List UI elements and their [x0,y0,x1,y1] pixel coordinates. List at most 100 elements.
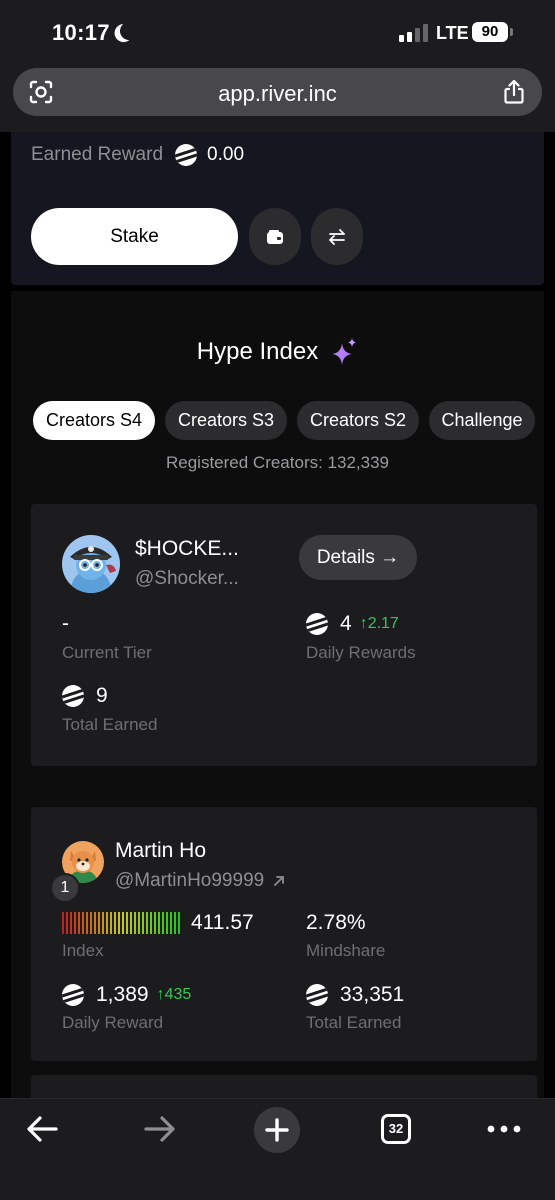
creator-tabs: Creators S4 Creators S3 Creators S2 Chal… [33,401,535,440]
total-earned-label: Total Earned [306,1013,402,1032]
moon-icon [119,21,140,42]
daily-rewards-label: Daily Rewards [306,643,416,662]
index-heat-bar [90,912,92,934]
index-heat-bar [70,912,72,934]
swap-icon [329,228,345,245]
tab-creators-s3[interactable]: Creators S3 [165,401,287,440]
share-icon[interactable] [500,78,528,106]
index-heat-bar [174,912,176,934]
mindshare-label: Mindshare [306,941,386,960]
earned-reward-label: Earned Reward [31,144,164,165]
back-button[interactable] [22,1109,62,1149]
index-heat-bar [118,912,120,934]
new-tab-button[interactable] [254,1107,300,1153]
forward-button[interactable] [140,1109,180,1149]
swap-button[interactable] [311,208,363,265]
total-earned-value: 33,351 [306,983,404,1007]
browser-toolbar: 32 [0,1098,555,1200]
index-heat-bar [162,912,164,934]
leaderboard-card[interactable]: 1 Martin Ho @MartinHo99999 411.57 Index … [31,807,537,1061]
index-heat-bar [78,912,80,934]
index-text: 411.57 [191,911,254,934]
daily-reward-text: 1,389 [96,983,149,1006]
status-bar: 10:17 LTE 90 [0,0,555,64]
registered-creators: Registered Creators: 132,339 [165,453,390,472]
daily-rewards-value: 4 ↑2.17 [306,612,399,636]
index-heat-bar [142,912,144,934]
river-token-icon [62,984,84,1006]
hype-index-panel: Hype Index Creators S4 Creators S3 Creat… [11,291,544,1115]
browser-address-area: app.river.inc [0,64,555,132]
index-heat-bar [122,912,124,934]
url-text: app.river.inc [218,81,337,106]
index-heat-bar [146,912,148,934]
stake-panel: Earned Reward 0.00 Stake [11,132,544,285]
hype-title: Hype Index [11,337,544,367]
index-heat-bar [102,912,104,934]
wallet-button[interactable] [249,208,301,265]
index-heat-bar [74,912,76,934]
index-heat-bar [98,912,100,934]
plus-icon [265,1118,289,1142]
creator-name: $HOCKE... [135,537,239,560]
total-earned-value: 9 [62,684,108,708]
rank-badge: 1 [60,879,70,896]
external-link-icon [274,876,285,886]
creator-handle-link[interactable]: @MartinHo99999 [115,870,286,892]
creator-name: Martin Ho [115,839,207,862]
my-creator-card: $HOCKE... @Shocker... Details → - Curren… [31,504,537,766]
creator-handle: @MartinHo99999 [115,870,265,891]
details-button[interactable]: Details → [299,535,417,580]
stake-button[interactable]: Stake [31,208,238,265]
avatar[interactable] [62,535,120,593]
index-heat-bar [130,912,132,934]
index-heat-bar [82,912,84,934]
daily-reward-value: 1,389 ↑435 [62,983,191,1007]
river-token-icon [306,613,328,635]
index-label: Index [62,941,104,960]
earned-reward-row: Earned Reward 0.00 [31,144,244,166]
wallet-icon [267,229,283,244]
index-heat-bar [154,912,156,934]
index-heat-bar [150,912,152,934]
index-value: 411.57 [62,911,254,935]
index-heat-bar [86,912,88,934]
pirate-avatar-image [62,535,120,593]
total-earned-label: Total Earned [62,715,158,734]
tab-challenge[interactable]: Challenge [429,401,535,440]
daily-rewards-text: 4 [340,612,352,635]
creator-handle[interactable]: @Shocker... [135,568,239,590]
total-earned-text: 9 [96,684,108,707]
mindshare-text: 2.78% [306,911,366,934]
forward-arrow-icon [144,1116,175,1142]
back-arrow-icon [27,1116,58,1142]
river-token-icon [175,144,198,166]
index-heat-bar [66,912,68,934]
daily-reward-label: Daily Reward [62,1013,164,1032]
tab-creators-s2[interactable]: Creators S2 [297,401,419,440]
mindshare-value: 2.78% [306,911,366,935]
index-heat-bar [170,912,172,934]
current-tier-text: - [62,612,69,635]
hype-title-text: Hype Index [196,338,319,365]
index-heat-bar [110,912,112,934]
address-bar[interactable]: app.river.inc [13,68,542,116]
signal-icon [399,24,428,42]
battery-tip [510,28,513,36]
index-heat-bar [138,912,140,934]
river-token-icon [306,984,328,1006]
current-tier-value: - [62,612,69,636]
daily-rewards-delta: ↑2.17 [359,615,399,632]
index-heat-bar [106,912,108,934]
daily-reward-delta: ↑435 [156,986,192,1003]
current-tier-label: Current Tier [62,643,152,662]
earned-reward-value: 0.00 [207,144,245,165]
tabs-count-icon: 32 [381,1114,411,1144]
tab-creators-s4[interactable]: Creators S4 [33,401,155,440]
tabs-button[interactable]: 32 [380,1109,412,1149]
index-heat-bar [94,912,96,934]
more-menu-button[interactable] [486,1109,522,1149]
status-time: 10:17 [52,20,110,45]
battery-icon: 90 [472,22,508,42]
total-earned-text: 33,351 [340,983,405,1006]
